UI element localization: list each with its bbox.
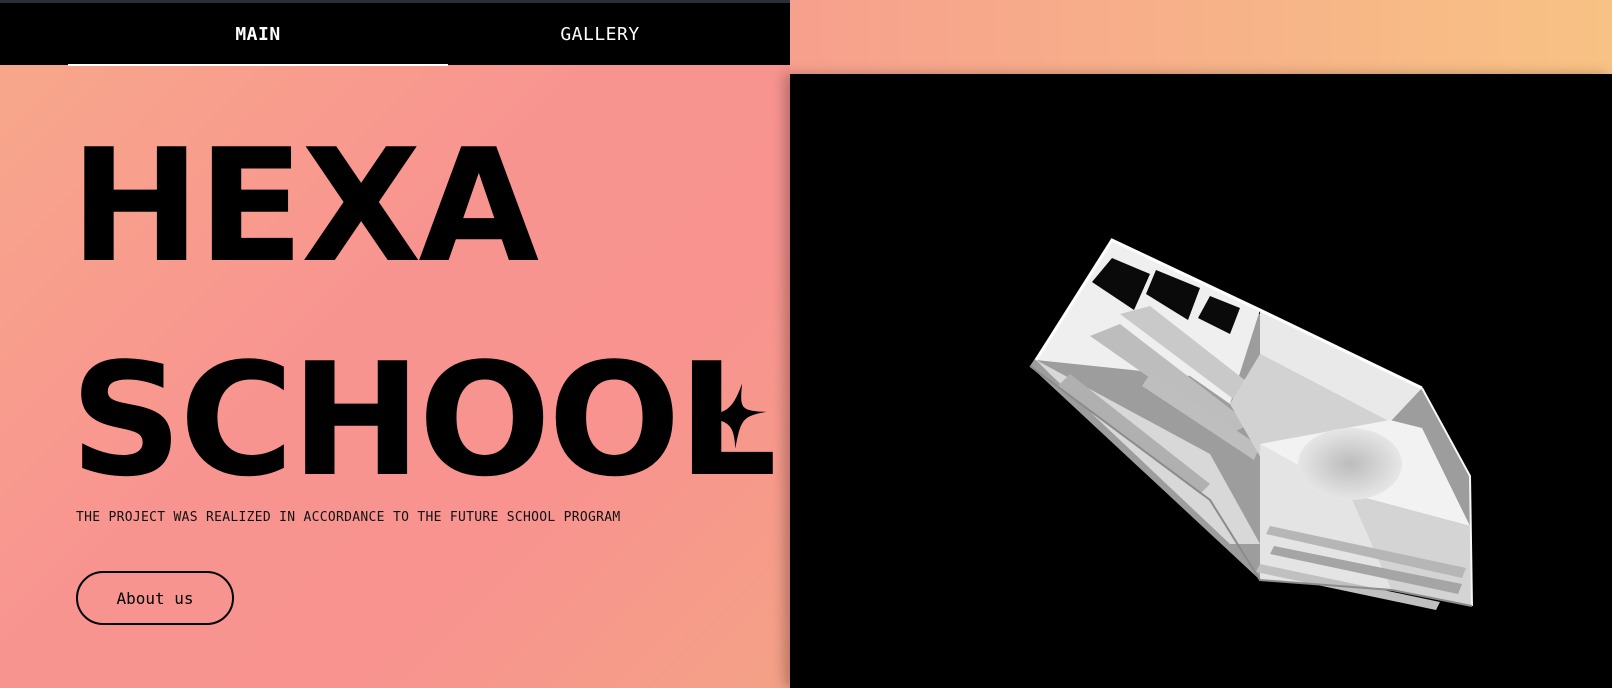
hero-title-line-2: SCHOOL bbox=[70, 329, 777, 511]
nav-bar: MAIN GALLERY bbox=[0, 3, 790, 66]
building-model[interactable] bbox=[790, 74, 1612, 688]
four-point-star-icon bbox=[701, 383, 767, 449]
about-us-button[interactable]: About us bbox=[76, 571, 234, 625]
hero-tagline: THE PROJECT WAS REALIZED IN ACCORDANCE T… bbox=[76, 510, 621, 525]
3d-model-viewer[interactable] bbox=[790, 74, 1612, 688]
active-tab-indicator bbox=[68, 64, 448, 66]
tab-gallery[interactable]: GALLERY bbox=[470, 3, 790, 65]
hero-title-line-1: HEXA bbox=[70, 115, 539, 297]
header-gradient-strip bbox=[790, 0, 1612, 74]
tab-main[interactable]: MAIN bbox=[68, 3, 448, 65]
hero-panel: MAIN GALLERY HEXA SCHOOL THE PROJECT WAS… bbox=[0, 0, 790, 688]
